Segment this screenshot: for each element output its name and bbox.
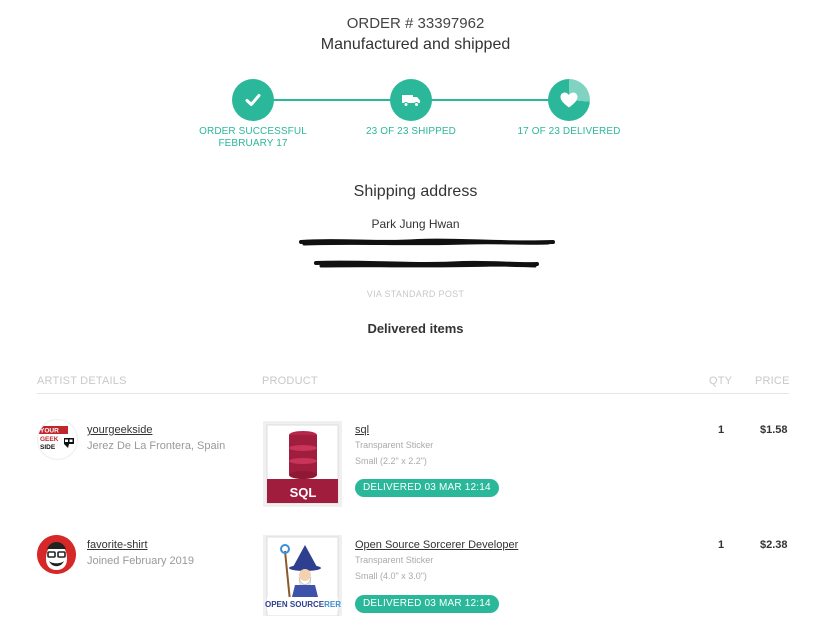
- table-divider: [37, 393, 789, 394]
- product-thumbnail[interactable]: SQL: [263, 421, 342, 507]
- svg-text:GEEK: GEEK: [40, 436, 59, 443]
- product-thumbnail[interactable]: OPEN SOURCERER: [263, 535, 342, 617]
- item-quantity: 1: [718, 539, 725, 551]
- product-size: Small (4.0" x 3.0"): [355, 571, 427, 581]
- product-type: Transparent Sticker: [355, 440, 434, 450]
- artist-name-link[interactable]: yourgeekside: [87, 424, 152, 436]
- yourgeekside-logo-icon: YOUR GEEK SIDE: [38, 426, 74, 451]
- redacted-address-line-1: [299, 238, 555, 246]
- order-number: ORDER # 33397962: [346, 15, 485, 32]
- step-shipped: [390, 79, 432, 121]
- progress-line: [272, 99, 392, 101]
- column-header-product: PRODUCT: [262, 375, 318, 387]
- product-type: Transparent Sticker: [355, 555, 434, 565]
- step-delivered: [548, 79, 590, 121]
- column-header-price: PRICE: [755, 375, 790, 387]
- svg-text:OPEN SOURCERER: OPEN SOURCERER: [265, 600, 341, 609]
- svg-text:YOUR: YOUR: [40, 428, 59, 435]
- delivered-items-heading: Delivered items: [367, 321, 464, 336]
- avatar[interactable]: [37, 535, 76, 574]
- shipping-method: VIA STANDARD POST: [366, 289, 465, 299]
- product-title-link[interactable]: sql: [355, 424, 369, 436]
- artist-location: Jerez De La Frontera, Spain: [87, 440, 226, 452]
- svg-text:SIDE: SIDE: [40, 444, 56, 451]
- wizard-sorcerer-icon: OPEN SOURCERER: [265, 536, 341, 617]
- progress-line: [430, 99, 550, 101]
- delivery-status-badge: DELIVERED 03 MAR 12:14: [355, 479, 499, 497]
- column-header-qty: QTY: [709, 375, 733, 387]
- shipping-address-heading: Shipping address: [353, 183, 478, 200]
- column-header-artist: ARTIST DETAILS: [37, 375, 127, 387]
- step-label-order-successful: ORDER SUCCESSFUL FEBRUARY 17: [199, 126, 307, 149]
- step-label-shipped: 23 OF 23 SHIPPED: [366, 126, 456, 137]
- order-status-title: Manufactured and shipped: [320, 36, 511, 53]
- item-quantity: 1: [718, 424, 725, 436]
- favorite-shirt-avatar-icon: [37, 535, 76, 574]
- delivery-status-badge: DELIVERED 03 MAR 12:14: [355, 595, 499, 613]
- svg-text:SQL: SQL: [290, 485, 317, 500]
- product-size: Small (2.2" x 2.2"): [355, 456, 427, 466]
- truck-icon: [402, 95, 420, 107]
- check-icon: [245, 94, 261, 106]
- artist-name-link[interactable]: favorite-shirt: [87, 539, 148, 551]
- item-price: $1.58: [760, 424, 788, 436]
- recipient-name: Park Jung Hwan: [371, 217, 460, 231]
- artist-joined-date: Joined February 2019: [87, 555, 195, 567]
- item-price: $2.38: [760, 539, 788, 551]
- product-title-link[interactable]: Open Source Sorcerer Developer: [355, 539, 518, 551]
- sql-database-icon: SQL: [266, 424, 339, 504]
- heart-icon: [560, 92, 578, 108]
- redacted-address-line-2: [314, 260, 539, 268]
- step-order-successful: [232, 79, 274, 121]
- step-label-delivered: 17 OF 23 DELIVERED: [517, 126, 621, 137]
- avatar[interactable]: YOUR GEEK SIDE: [37, 419, 78, 460]
